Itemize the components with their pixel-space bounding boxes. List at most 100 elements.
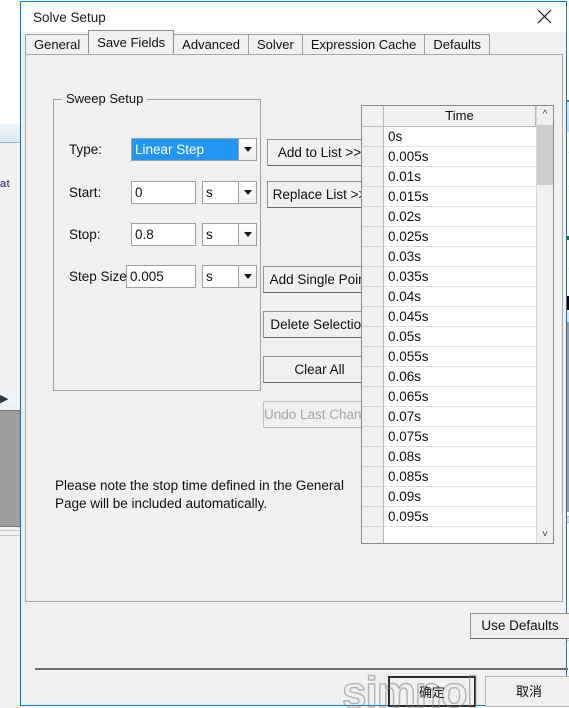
tab-save-fields[interactable]: Save Fields [88,30,175,54]
table-row[interactable]: 0.07s [362,407,553,427]
type-label: Type: [69,142,103,157]
stop-input[interactable]: 0.8 [131,223,196,246]
time-value: 0.005s [384,147,553,167]
tab-defaults[interactable]: Defaults [424,34,491,54]
table-row[interactable]: 0.05s [362,327,553,347]
start-unit-combobox[interactable]: s [202,181,257,204]
time-list[interactable]: Time 0s 0.005s 0.01s 0.015s 0.02s 0.025s… [361,105,554,544]
time-value [384,527,553,543]
clear-all-button[interactable]: Clear All [263,356,376,383]
chevron-down-icon[interactable] [238,139,256,160]
table-row[interactable] [362,527,553,543]
table-row[interactable]: 0.095s [362,507,553,527]
chevron-up-icon[interactable]: ^ [537,106,553,123]
start-input[interactable]: 0 [131,181,196,204]
row-selector[interactable] [362,507,384,527]
row-selector[interactable] [362,287,384,307]
row-selector[interactable] [362,427,384,447]
table-row[interactable]: 0.09s [362,487,553,507]
step-size-row: Step Size: 0.005 s [54,265,260,289]
cancel-button[interactable]: 取消 [485,676,569,707]
time-list-corner [362,106,384,127]
row-selector[interactable] [362,527,384,543]
time-value: 0.01s [384,167,553,187]
row-selector[interactable] [362,127,384,147]
row-selector[interactable] [362,227,384,247]
time-value: 0.095s [384,507,553,527]
table-row[interactable]: 0.02s [362,207,553,227]
row-selector[interactable] [362,187,384,207]
tab-solver[interactable]: Solver [248,34,303,54]
row-selector[interactable] [362,267,384,287]
time-value: 0.02s [384,207,553,227]
row-selector[interactable] [362,467,384,487]
dialog-title: Solve Setup [33,9,106,25]
add-to-list-button[interactable]: Add to List >> [267,139,372,166]
chevron-down-icon[interactable]: ˅ [537,526,553,543]
time-value: 0.035s [384,267,553,287]
step-size-label: Step Size: [69,269,131,284]
row-selector[interactable] [362,147,384,167]
table-row[interactable]: 0.065s [362,387,553,407]
row-selector[interactable] [362,367,384,387]
scrollbar-thumb[interactable] [537,125,553,185]
row-selector[interactable] [362,327,384,347]
row-selector[interactable] [362,447,384,467]
table-row[interactable]: 0.04s [362,287,553,307]
row-selector[interactable] [362,167,384,187]
table-row[interactable]: 0.045s [362,307,553,327]
table-row[interactable]: 0s [362,127,553,147]
table-row[interactable]: 0.005s [362,147,553,167]
row-selector[interactable] [362,407,384,427]
step-size-input[interactable]: 0.005 [126,265,196,288]
stop-unit-value: s [206,227,213,242]
table-row[interactable]: 0.015s [362,187,553,207]
table-row[interactable]: 0.08s [362,447,553,467]
background-edge-text: at [0,178,11,190]
stop-unit-combobox[interactable]: s [202,223,257,246]
time-value: 0.085s [384,467,553,487]
stop-time-note: Please note the stop time defined in the… [55,478,344,511]
table-row[interactable]: 0.03s [362,247,553,267]
background-left-fill [0,410,20,527]
time-value: 0.07s [384,407,553,427]
delete-selection-button[interactable]: Delete Selection [263,311,376,338]
row-selector[interactable] [362,347,384,367]
step-size-unit-combobox[interactable]: s [202,265,257,288]
stop-label: Stop: [69,227,101,242]
ok-button[interactable]: 确定 [388,676,476,707]
sweep-setup-group: Sweep Setup Type: Linear Step Start: 0 s [53,91,261,391]
row-selector[interactable] [362,307,384,327]
solve-setup-dialog: Solve Setup General Save Fields Advanced… [20,1,569,707]
replace-list-button[interactable]: Replace List >> [267,181,372,208]
use-defaults-button[interactable]: Use Defaults [470,613,569,639]
type-combobox[interactable]: Linear Step [131,138,257,161]
table-row[interactable]: 0.01s [362,167,553,187]
table-row[interactable]: 0.075s [362,427,553,447]
tab-expression-cache[interactable]: Expression Cache [301,34,426,54]
background-left-tab [0,124,22,143]
start-label: Start: [69,185,102,200]
table-row[interactable]: 0.025s [362,227,553,247]
table-row[interactable]: 0.06s [362,367,553,387]
tab-general[interactable]: General [25,34,90,54]
table-row[interactable]: 0.085s [362,467,553,487]
row-selector[interactable] [362,207,384,227]
chevron-down-icon[interactable] [238,224,256,245]
time-value: 0.06s [384,367,553,387]
table-row[interactable]: 0.035s [362,267,553,287]
chevron-down-icon[interactable] [238,266,256,287]
tab-advanced[interactable]: Advanced [173,34,249,54]
time-column-header[interactable]: Time [384,106,536,127]
time-list-scrollbar[interactable]: ^ ˅ [536,106,553,543]
table-row[interactable]: 0.055s [362,347,553,367]
time-value: 0.03s [384,247,553,267]
sweep-setup-title: Sweep Setup [62,91,148,106]
row-selector[interactable] [362,487,384,507]
close-icon[interactable] [522,2,566,31]
row-selector[interactable] [362,387,384,407]
time-list-header: Time [362,106,553,127]
row-selector[interactable] [362,247,384,267]
chevron-down-icon[interactable] [238,182,256,203]
add-single-point-button[interactable]: Add Single Point [263,266,376,293]
